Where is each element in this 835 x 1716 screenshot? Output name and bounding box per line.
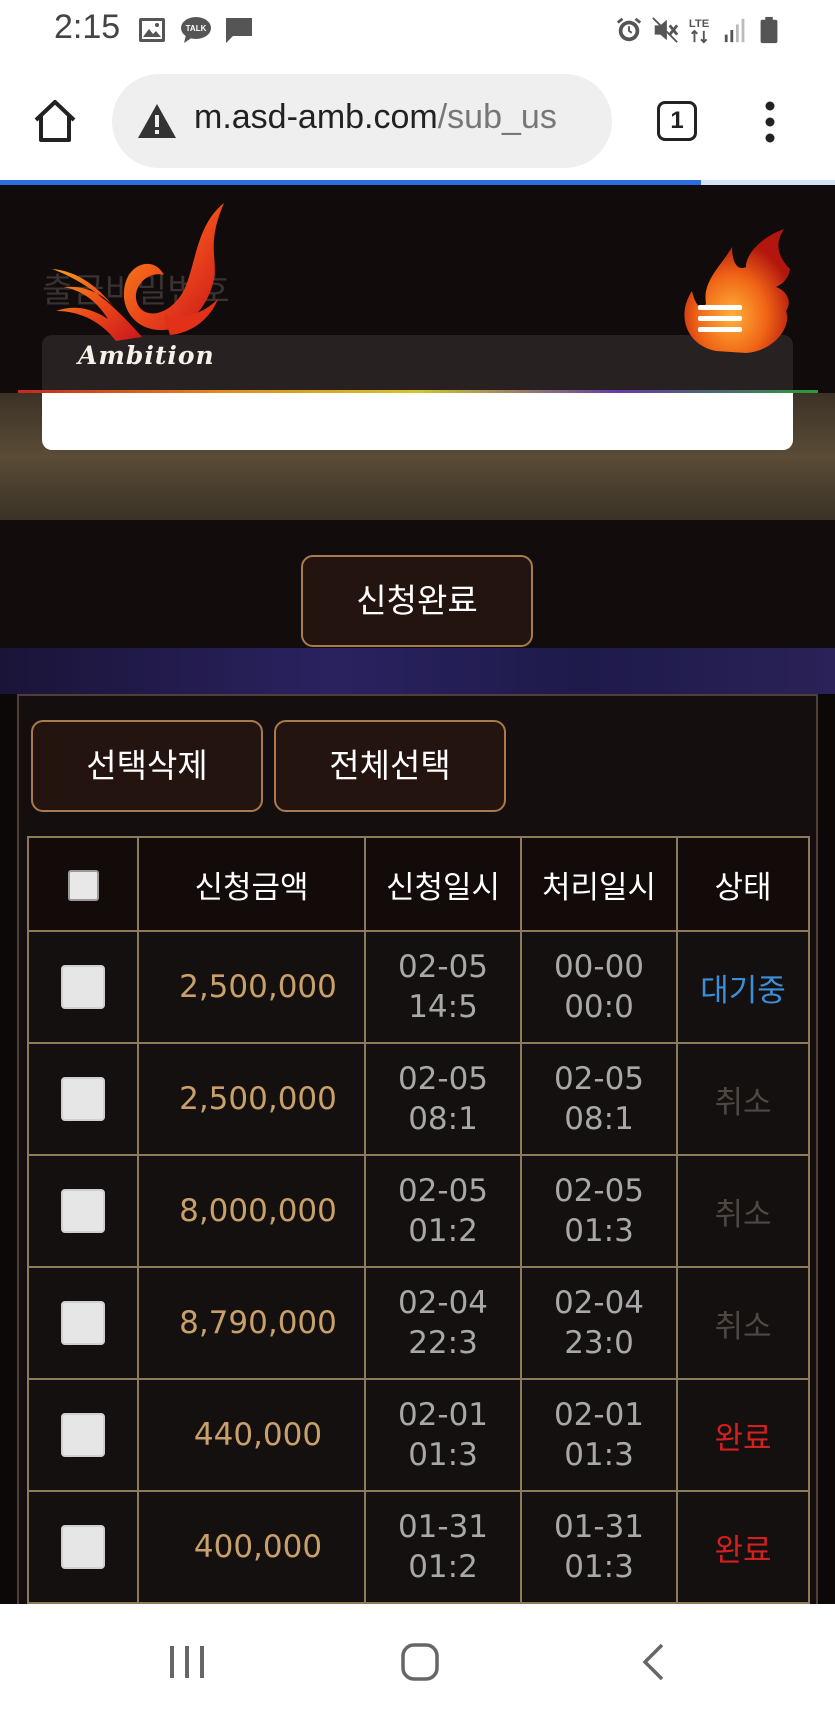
submit-request-button[interactable]: 신청완료 bbox=[301, 555, 533, 647]
header-amount: 신청금액 bbox=[137, 836, 366, 932]
amount-cell: 8,790,000 bbox=[137, 1266, 366, 1380]
requested-at-cell: 02-05 14:5 bbox=[364, 930, 522, 1044]
row-select-cell bbox=[27, 1042, 139, 1156]
browser-toolbar: m.asd-amb.com/sub_us 1 bbox=[0, 60, 835, 182]
table-header-row: 신청금액 신청일시 처리일시 상태 bbox=[27, 836, 810, 932]
status-cell: 취소 bbox=[676, 1042, 810, 1156]
home-button-icon[interactable] bbox=[400, 1642, 440, 1682]
lte-label: LTE bbox=[689, 18, 710, 30]
menu-icon bbox=[698, 305, 742, 332]
row-select-cell bbox=[27, 1378, 139, 1492]
status-cell: 취소 bbox=[676, 1266, 810, 1380]
table-row[interactable]: 400,000 01-31 01:2 01-31 01:3 완료 bbox=[27, 1490, 810, 1604]
amount-cell: 8,000,000 bbox=[137, 1154, 366, 1268]
row-select-cell bbox=[27, 1266, 139, 1380]
row-checkbox[interactable] bbox=[61, 1189, 105, 1233]
status-cell: 완료 bbox=[676, 1378, 810, 1492]
requested-at-cell: 02-05 08:1 bbox=[364, 1042, 522, 1156]
processed-at-cell: 02-04 23:0 bbox=[520, 1266, 678, 1380]
battery-icon bbox=[760, 16, 778, 44]
select-all-checkbox[interactable] bbox=[67, 870, 99, 901]
processed-at-cell: 01-31 01:3 bbox=[520, 1490, 678, 1604]
table-row[interactable]: 2,500,000 02-05 14:5 00-00 00:0 대기중 bbox=[27, 930, 810, 1044]
address-bar[interactable]: m.asd-amb.com/sub_us bbox=[112, 74, 612, 168]
requested-at-cell: 01-31 01:2 bbox=[364, 1490, 522, 1604]
back-icon[interactable] bbox=[640, 1642, 668, 1682]
row-select-cell bbox=[27, 1490, 139, 1604]
processed-at-cell: 02-05 08:1 bbox=[520, 1042, 678, 1156]
site-header: 출금비밀번호 Ambition bbox=[0, 185, 835, 393]
withdraw-password-input[interactable] bbox=[42, 393, 793, 450]
home-icon[interactable] bbox=[30, 98, 80, 144]
tab-switcher-button[interactable]: 1 bbox=[657, 101, 697, 141]
talk-badge: TALK bbox=[186, 24, 207, 33]
row-checkbox[interactable] bbox=[61, 1525, 105, 1569]
more-options-icon[interactable] bbox=[762, 100, 778, 144]
menu-button[interactable] bbox=[676, 225, 796, 355]
table-row[interactable]: 440,000 02-01 01:3 02-01 01:3 완료 bbox=[27, 1378, 810, 1492]
processed-at-cell: 00-00 00:0 bbox=[520, 930, 678, 1044]
mute-icon bbox=[652, 17, 679, 43]
amount-cell: 400,000 bbox=[137, 1490, 366, 1604]
lte-icon: LTE bbox=[689, 18, 710, 44]
status-bar: 2:15 TALK LTE bbox=[0, 0, 835, 60]
logo-text: Ambition bbox=[78, 341, 215, 370]
requested-at-cell: 02-04 22:3 bbox=[364, 1266, 522, 1380]
header-requested-at: 신청일시 bbox=[364, 836, 522, 932]
header-processed-at: 처리일시 bbox=[520, 836, 678, 932]
status-cell: 취소 bbox=[676, 1154, 810, 1268]
url-host: m.asd-amb.com bbox=[194, 98, 438, 136]
requested-at-cell: 02-01 01:3 bbox=[364, 1378, 522, 1492]
processed-at-cell: 02-05 01:3 bbox=[520, 1154, 678, 1268]
request-table: 신청금액 신청일시 처리일시 상태 2,500,000 02-05 14:5 00-0… bbox=[27, 836, 810, 1604]
amount-cell: 2,500,000 bbox=[137, 930, 366, 1044]
row-checkbox[interactable] bbox=[61, 965, 105, 1009]
status-cell: 대기중 bbox=[676, 930, 810, 1044]
url-text: m.asd-amb.com/sub_us bbox=[194, 98, 557, 137]
system-nav-bar bbox=[0, 1604, 835, 1716]
row-select-cell bbox=[27, 930, 139, 1044]
delete-selected-button[interactable]: 선택삭제 bbox=[31, 720, 263, 812]
talk-icon: TALK bbox=[181, 17, 211, 43]
row-checkbox[interactable] bbox=[61, 1413, 105, 1457]
amount-cell: 440,000 bbox=[137, 1378, 366, 1492]
alarm-icon bbox=[616, 17, 642, 42]
table-row[interactable]: 2,500,000 02-05 08:1 02-05 08:1 취소 bbox=[27, 1042, 810, 1156]
warning-icon[interactable] bbox=[136, 102, 178, 140]
message-icon bbox=[226, 18, 252, 43]
header-select-cell bbox=[27, 836, 139, 932]
requested-at-cell: 02-05 01:2 bbox=[364, 1154, 522, 1268]
status-cell: 완료 bbox=[676, 1490, 810, 1604]
signal-icon bbox=[724, 18, 745, 43]
processed-at-cell: 02-01 01:3 bbox=[520, 1378, 678, 1492]
row-checkbox[interactable] bbox=[61, 1077, 105, 1121]
header-status: 상태 bbox=[676, 836, 810, 932]
row-checkbox[interactable] bbox=[61, 1301, 105, 1345]
row-select-cell bbox=[27, 1154, 139, 1268]
url-path: /sub_us bbox=[437, 98, 557, 136]
decorative-divider bbox=[0, 648, 835, 694]
select-all-button[interactable]: 전체선택 bbox=[274, 720, 506, 812]
amount-cell: 2,500,000 bbox=[137, 1042, 366, 1156]
table-row[interactable]: 8,790,000 02-04 22:3 02-04 23:0 취소 bbox=[27, 1266, 810, 1380]
recent-apps-icon[interactable] bbox=[168, 1644, 208, 1680]
status-time: 2:15 bbox=[54, 8, 121, 46]
table-row[interactable]: 8,000,000 02-05 01:2 02-05 01:3 취소 bbox=[27, 1154, 810, 1268]
image-icon bbox=[139, 18, 165, 42]
